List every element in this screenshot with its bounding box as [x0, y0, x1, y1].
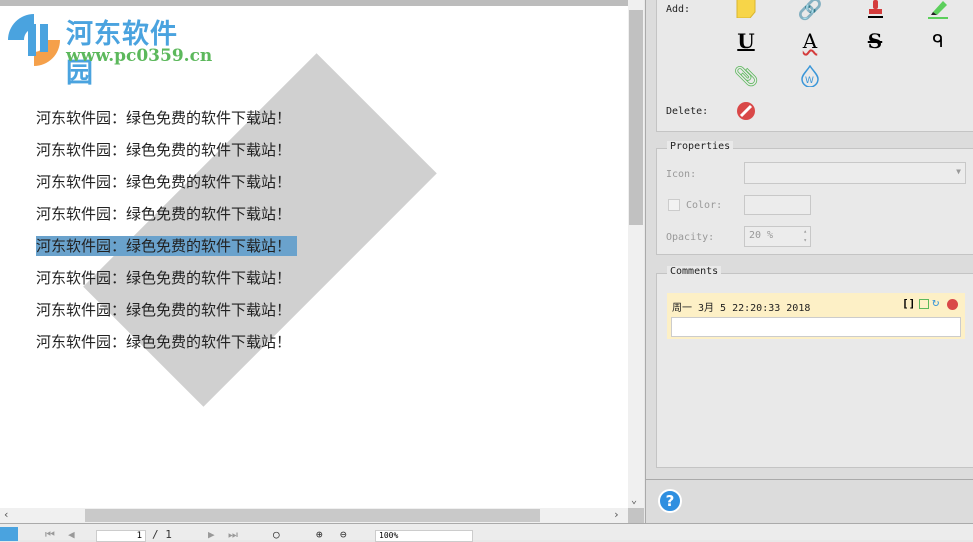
- zoom-icon[interactable]: ○: [273, 528, 280, 541]
- zoom-in-icon[interactable]: ⊕: [316, 528, 323, 541]
- annotation-panel: Add: 🔗 U A S ᑫ 📎︎ W Delete: Properties I…: [645, 0, 973, 523]
- comments-title: Comments: [667, 266, 722, 277]
- document-line: 河东软件园：绿色免费的软件下载站！: [36, 301, 292, 319]
- color-field[interactable]: [744, 195, 811, 215]
- squiggly-icon[interactable]: A: [799, 29, 821, 53]
- document-view: 河东软件园 www.pc0359.cn 河东软件园：绿色免费的软件下载站！ 河东软…: [0, 0, 628, 508]
- checkbox-icon[interactable]: [919, 299, 929, 309]
- underline-icon[interactable]: U: [735, 29, 757, 53]
- opacity-stepper[interactable]: 20 % ▴ ▾: [744, 226, 811, 247]
- scroll-corner: [628, 508, 644, 523]
- document-line: 河东软件园：绿色免费的软件下载站！: [36, 141, 292, 159]
- freehand-icon[interactable]: ᑫ: [927, 30, 949, 52]
- chevron-down-icon: ▼: [956, 167, 961, 176]
- bottom-toolbar: ⏮ ◀ 1 / 1 ▶ ⏭ ○ ⊕ ⊖ 100%: [0, 523, 973, 542]
- scroll-thumb[interactable]: [85, 509, 540, 522]
- comment-item: 周一 3月 5 22:20:33 2018 [] ↻: [667, 293, 965, 339]
- logo: 河东软件园 www.pc0359.cn: [4, 10, 212, 89]
- logo-url: www.pc0359.cn: [66, 46, 213, 66]
- document-line: 河东软件园：绿色免费的软件下载站！: [36, 333, 292, 351]
- strikeout-icon[interactable]: S: [864, 29, 886, 53]
- scroll-down-icon[interactable]: ⌄: [631, 495, 637, 506]
- vertical-scrollbar[interactable]: ⌄: [628, 0, 644, 508]
- page-total: / 1: [152, 528, 172, 541]
- document-line: 河东软件园：绿色免费的软件下载站！: [36, 173, 292, 191]
- color-label: Color:: [686, 200, 723, 211]
- zoom-out-icon[interactable]: ⊖: [340, 528, 347, 541]
- icon-label: Icon:: [666, 169, 697, 180]
- properties-title: Properties: [667, 141, 734, 152]
- prev-page-icon[interactable]: ◀: [68, 528, 75, 541]
- highlight-icon[interactable]: [927, 0, 949, 20]
- help-button[interactable]: ?: [658, 489, 682, 513]
- document-line: 河东软件园：绿色免费的软件下载站！: [36, 236, 298, 256]
- svg-text:W: W: [805, 76, 814, 86]
- scroll-thumb[interactable]: [629, 10, 643, 225]
- icon-select[interactable]: ▼: [744, 162, 966, 184]
- document-line: 河东软件园：绿色免费的软件下载站！: [36, 205, 292, 223]
- next-page-icon[interactable]: ▶: [208, 528, 215, 541]
- page-edge: [0, 0, 628, 6]
- logo-icon: [8, 14, 60, 66]
- add-group: Add: 🔗 U A S ᑫ 📎︎ W Delete:: [656, 0, 973, 132]
- zoom-select[interactable]: 100%: [375, 530, 473, 542]
- comments-group: Comments 周一 3月 5 22:20:33 2018 [] ↻: [656, 266, 973, 468]
- delete-icon[interactable]: [735, 100, 757, 122]
- page-input[interactable]: 1: [96, 530, 146, 542]
- expand-icon[interactable]: []: [902, 297, 915, 310]
- bird-icon[interactable]: [0, 527, 18, 541]
- sticky-note-icon[interactable]: [735, 0, 757, 19]
- scroll-left-icon[interactable]: ‹: [3, 508, 10, 521]
- horizontal-scrollbar[interactable]: ‹ ›: [0, 508, 628, 523]
- link-icon[interactable]: 🔗: [798, 0, 823, 21]
- document-line: 河东软件园：绿色免费的软件下载站！: [36, 269, 292, 287]
- opacity-label: Opacity:: [666, 232, 715, 243]
- comment-date: 周一 3月 5 22:20:33 2018: [672, 303, 811, 314]
- reply-icon[interactable]: ↻: [932, 295, 939, 309]
- comment-input[interactable]: [671, 317, 961, 337]
- delete-comment-icon[interactable]: [947, 299, 958, 310]
- document-line: 河东软件园：绿色免费的软件下载站！: [36, 109, 292, 127]
- stamp-icon[interactable]: [864, 0, 886, 20]
- scroll-right-icon[interactable]: ›: [613, 508, 620, 521]
- properties-group: Properties Icon: ▼ Color: Opacity: 20 % ▴…: [656, 141, 973, 255]
- divider: [646, 479, 973, 480]
- watermark-icon[interactable]: W: [799, 65, 821, 87]
- paperclip-icon[interactable]: 📎︎: [733, 64, 758, 88]
- add-label: Add:: [666, 4, 691, 15]
- color-checkbox[interactable]: [668, 199, 680, 211]
- delete-label: Delete:: [666, 106, 709, 117]
- watermark-band: [83, 53, 437, 407]
